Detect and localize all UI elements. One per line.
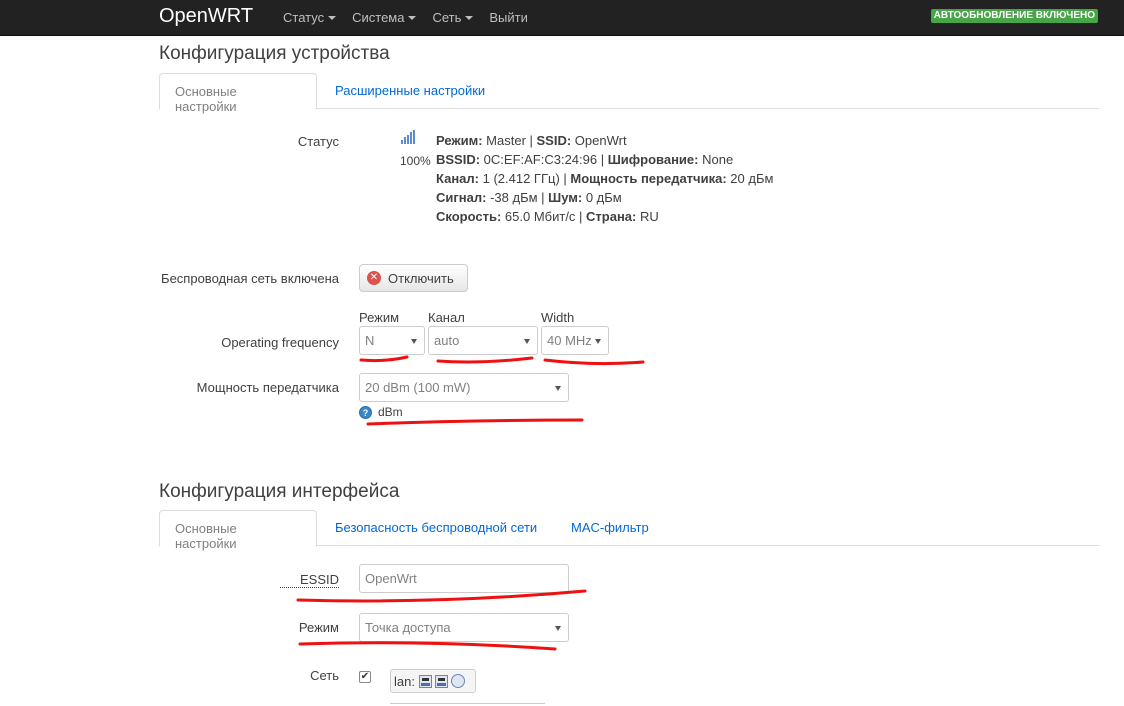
- status-key: Скорость:: [436, 209, 502, 224]
- status-details: Режим: Master | SSID: OpenWrt BSSID: 0C:…: [436, 131, 773, 226]
- menu-logout-label: Выйти: [489, 10, 528, 25]
- status-value: 0 дБм: [582, 190, 622, 205]
- tab-mac-filter[interactable]: MAC-фильтр: [556, 510, 664, 546]
- top-navbar: OpenWRT Статус Система Сеть Выйти АВТООБ…: [0, 0, 1124, 36]
- status-value: Master |: [482, 133, 537, 148]
- network-label: Сеть: [310, 668, 339, 683]
- signal-strength-icon: [401, 130, 415, 144]
- menu-system[interactable]: Система: [352, 10, 417, 25]
- status-line-channel: Канал: 1 (2.412 ГГц) | Мощность передатч…: [436, 169, 773, 188]
- network-checkbox[interactable]: ✔: [359, 671, 371, 683]
- status-key: Страна:: [586, 209, 637, 224]
- ethernet-port-icon: [434, 674, 448, 688]
- menu-system-label: Система: [352, 10, 405, 25]
- status-value: None: [698, 152, 734, 167]
- status-line-bssid: BSSID: 0C:EF:AF:C3:24:96 | Шифрование: N…: [436, 150, 773, 169]
- status-key: Режим:: [436, 133, 483, 148]
- ethernet-port-icon: [418, 674, 432, 688]
- main-menu: Статус Система Сеть Выйти: [283, 10, 528, 25]
- chevron-down-icon: [408, 16, 417, 20]
- tx-power-select[interactable]: 20 dBm (100 mW): [359, 373, 569, 402]
- operating-frequency-label: Operating frequency: [221, 335, 339, 350]
- essid-input[interactable]: OpenWrt: [359, 564, 569, 593]
- status-value: -38 дБм |: [486, 190, 549, 205]
- brand-logo[interactable]: OpenWRT: [159, 5, 253, 28]
- tx-power-value: 20 dBm (100 mW): [365, 380, 471, 395]
- status-key: Мощность передатчика:: [570, 171, 727, 186]
- status-line-speed: Скорость: 65.0 Мбит/с | Страна: RU: [436, 207, 773, 226]
- iface-mode-select[interactable]: Точка доступа: [359, 613, 569, 642]
- menu-logout[interactable]: Выйти: [489, 10, 528, 25]
- status-line-signal: Сигнал: -38 дБм | Шум: 0 дБм: [436, 188, 773, 207]
- menu-network[interactable]: Сеть: [432, 10, 474, 25]
- status-value: 20 дБм: [726, 171, 774, 186]
- status-label: Статус: [297, 134, 339, 149]
- chevron-down-icon: [555, 626, 561, 631]
- status-value: 1 (2.412 ГГц) |: [479, 171, 571, 186]
- status-key: Сигнал:: [436, 190, 487, 205]
- disable-circle-icon: ✕: [367, 271, 381, 285]
- network-lan-badge[interactable]: lan:: [390, 669, 476, 693]
- mode-select-value: N: [365, 333, 375, 348]
- menu-status[interactable]: Статус: [283, 10, 337, 25]
- wireless-icon: [450, 674, 465, 688]
- interface-config-title: Конфигурация интерфейса: [159, 481, 400, 502]
- channel-head: Канал: [428, 310, 465, 325]
- tx-power-label: Мощность передатчика: [196, 380, 339, 395]
- iface-mode-value: Точка доступа: [365, 620, 451, 635]
- disable-wireless-button[interactable]: ✕ Отключить: [359, 264, 468, 292]
- menu-status-label: Статус: [283, 10, 325, 25]
- checkbox-check-icon: ✔: [360, 671, 370, 682]
- status-key: Шифрование:: [607, 152, 699, 167]
- chevron-down-icon: [524, 339, 530, 344]
- network-lan-label: lan:: [394, 673, 415, 689]
- essid-label: ESSID: [280, 572, 339, 588]
- status-key: BSSID:: [436, 152, 481, 167]
- wireless-enabled-label: Беспроводная сеть включена: [161, 271, 339, 286]
- status-key: Канал:: [436, 171, 479, 186]
- chevron-down-icon: [411, 339, 417, 344]
- width-head: Width: [541, 310, 575, 325]
- channel-select[interactable]: auto: [428, 326, 538, 355]
- status-line-mode: Режим: Master | SSID: OpenWrt: [436, 131, 773, 150]
- status-value: OpenWrt: [571, 133, 627, 148]
- status-value: 0C:EF:AF:C3:24:96 |: [480, 152, 608, 167]
- disable-button-label: Отключить: [388, 270, 454, 286]
- signal-percent: 100%: [400, 154, 431, 168]
- chevron-down-icon: [328, 16, 337, 20]
- iface-mode-label: Режим: [298, 620, 339, 635]
- status-value: 65.0 Мбит/с |: [501, 209, 587, 224]
- tab-wireless-security[interactable]: Безопасность беспроводной сети: [320, 510, 552, 546]
- chevron-down-icon: [555, 386, 561, 391]
- chevron-down-icon: [465, 16, 474, 20]
- tab-advanced-settings[interactable]: Расширенные настройки: [320, 73, 500, 109]
- mode-select[interactable]: N: [359, 326, 425, 355]
- mode-head: Режим: [359, 310, 400, 325]
- channel-select-value: auto: [434, 333, 460, 348]
- device-config-title: Конфигурация устройства: [159, 43, 390, 64]
- chevron-down-icon: [595, 339, 601, 344]
- menu-network-label: Сеть: [432, 10, 462, 25]
- width-select-value: 40 MHz: [547, 333, 592, 348]
- device-config-tabs: Основные настройки Расширенные настройки: [159, 73, 1099, 114]
- help-icon[interactable]: ?: [359, 406, 372, 419]
- status-key: SSID:: [536, 133, 572, 148]
- tab-iface-general-settings[interactable]: Основные настройки: [159, 510, 317, 551]
- interface-config-tabs: Основные настройки Безопасность беспрово…: [159, 510, 1099, 551]
- autoupdate-badge[interactable]: АВТООБНОВЛЕНИЕ ВКЛЮЧЕНО: [930, 9, 1098, 23]
- width-select[interactable]: 40 MHz: [541, 326, 609, 355]
- tx-power-help-text: dBm: [378, 405, 403, 419]
- status-value: RU: [636, 209, 659, 224]
- tab-general-settings[interactable]: Основные настройки: [159, 73, 317, 114]
- status-key: Шум:: [548, 190, 583, 205]
